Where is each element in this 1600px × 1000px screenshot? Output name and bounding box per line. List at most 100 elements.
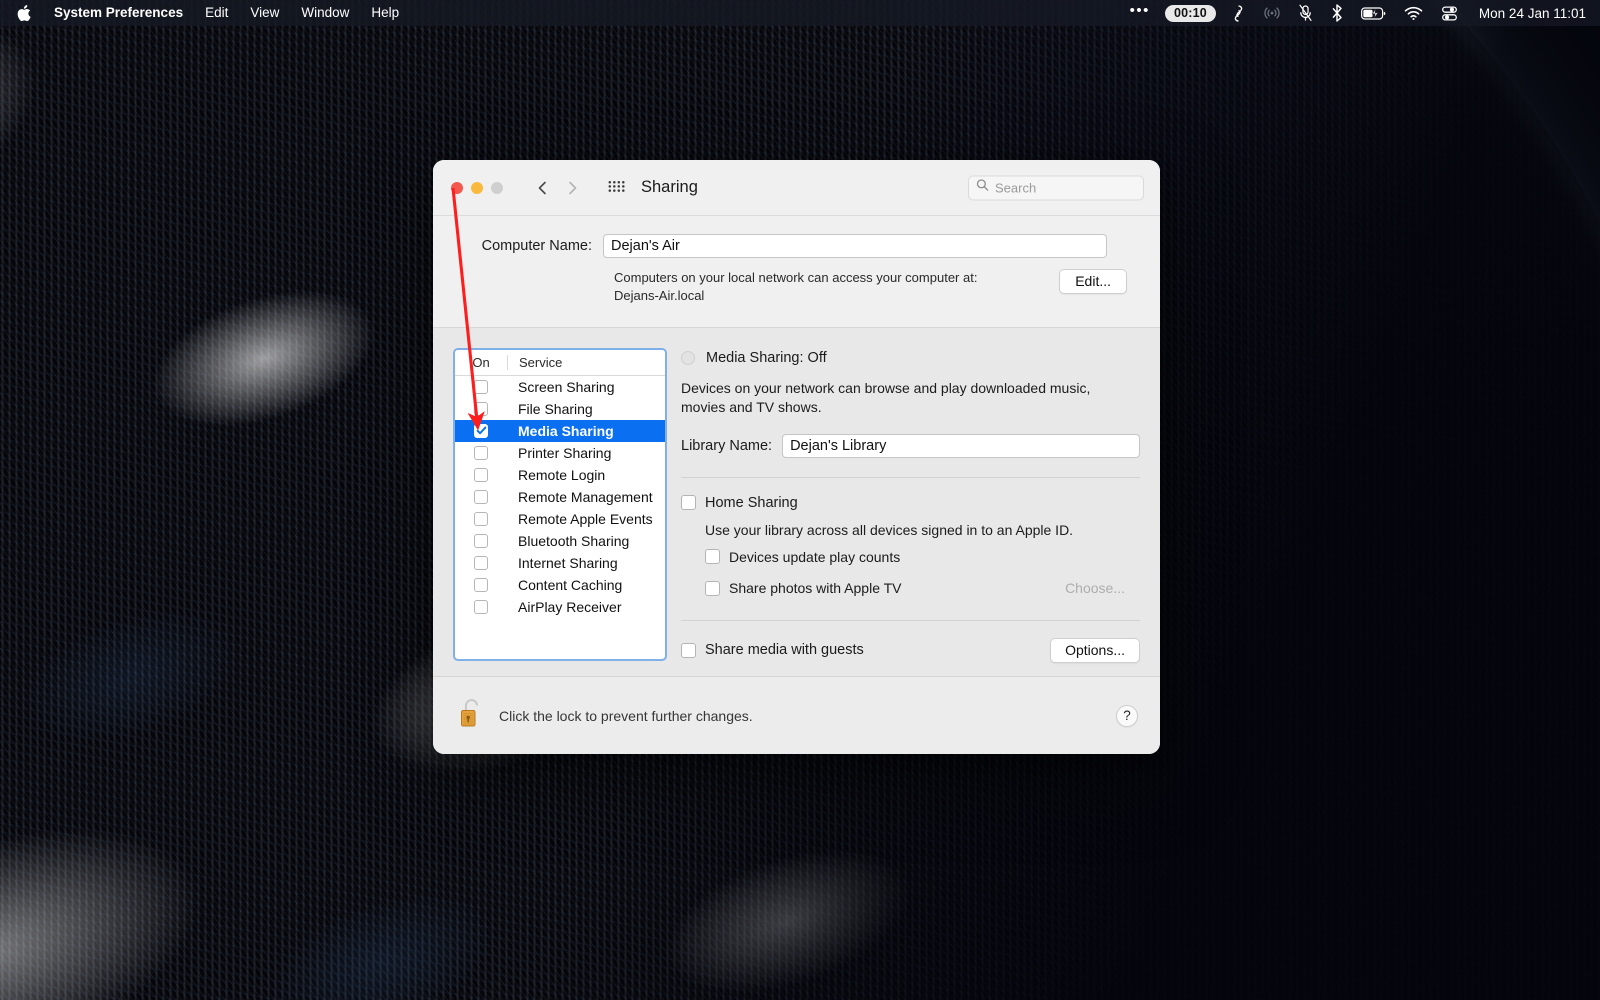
column-header-on: On (472, 354, 490, 370)
search-input[interactable]: Search (968, 175, 1144, 200)
service-row-remote-apple-events[interactable]: Remote Apple Events (455, 508, 665, 530)
page-title: Sharing (641, 178, 698, 196)
computer-name-field[interactable]: Dejan's Air (603, 234, 1107, 258)
service-checkbox-cell (455, 511, 507, 526)
service-checkbox-cell (455, 401, 507, 416)
service-checkbox-cell (455, 445, 507, 460)
share-media-with-guests-row[interactable]: Share media with guests Options... (681, 637, 1140, 663)
service-name: File Sharing (518, 400, 593, 417)
service-row-content-caching[interactable]: Content Caching (455, 574, 665, 596)
service-row-airplay-receiver[interactable]: AirPlay Receiver (455, 596, 665, 618)
service-row-remote-login[interactable]: Remote Login (455, 464, 665, 486)
battery-charging-icon[interactable] (1352, 0, 1395, 26)
service-name: Remote Login (518, 466, 606, 483)
service-name: Remote Management (518, 488, 653, 505)
service-checkbox-cell (455, 489, 507, 504)
divider-1 (681, 476, 1140, 478)
service-checkbox[interactable] (474, 555, 488, 570)
service-checkbox[interactable] (474, 445, 488, 460)
service-row-bluetooth-sharing[interactable]: Bluetooth Sharing (455, 530, 665, 552)
zoom-button[interactable] (491, 181, 503, 194)
home-sharing-row[interactable]: Home Sharing (681, 495, 1140, 511)
wifi-icon[interactable] (1395, 0, 1432, 26)
library-name-field[interactable]: Dejan's Library (782, 433, 1140, 458)
service-row-internet-sharing[interactable]: Internet Sharing (455, 552, 665, 574)
computer-name-label: Computer Name: (481, 238, 592, 254)
service-name: AirPlay Receiver (518, 598, 622, 615)
menu-bar: System Preferences Edit View Window Help… (0, 0, 1600, 26)
timer-pill[interactable]: 00:10 (1164, 4, 1216, 22)
window-titlebar: Sharing Search (433, 160, 1160, 216)
lock-hint-text: Click the lock to prevent further change… (499, 707, 753, 724)
service-name: Internet Sharing (518, 554, 618, 571)
chevron-right-icon[interactable] (564, 180, 580, 196)
media-sharing-description: Devices on your network can browse and p… (681, 379, 1091, 416)
service-checkbox[interactable] (474, 379, 488, 394)
service-checkbox[interactable] (474, 577, 488, 592)
menu-item-system-preferences[interactable]: System Preferences (43, 0, 194, 26)
airplay-audio-icon[interactable] (1255, 0, 1289, 26)
service-checkbox-cell (455, 533, 507, 548)
service-row-file-sharing[interactable]: File Sharing (455, 398, 665, 420)
service-checkbox-cell (455, 555, 507, 570)
network-access-hint-line1: Computers on your local network can acce… (614, 270, 978, 285)
devices-update-play-counts-row[interactable]: Devices update play counts (681, 549, 1140, 565)
show-all-grid-icon[interactable] (608, 180, 625, 195)
service-name: Remote Apple Events (518, 510, 653, 527)
shazam-icon[interactable] (1222, 0, 1255, 26)
devices-update-play-counts-label: Devices update play counts (729, 548, 901, 565)
home-sharing-checkbox[interactable] (681, 495, 696, 510)
computer-name-row: Computer Name: Dejan's Air (433, 234, 1160, 258)
share-photos-apple-tv-row[interactable]: Share photos with Apple TV Choose... (681, 576, 1140, 601)
share-photos-apple-tv-checkbox[interactable] (705, 580, 720, 596)
service-row-screen-sharing[interactable]: Screen Sharing (455, 376, 665, 398)
search-placeholder: Search (995, 180, 1037, 195)
bluetooth-icon[interactable] (1322, 0, 1352, 26)
edit-button[interactable]: Edit... (1059, 269, 1127, 294)
services-list[interactable]: On Service Screen Sharing File Sharing Med… (453, 347, 667, 661)
library-name-label: Library Name: (681, 437, 773, 454)
unlocked-padlock-icon[interactable] (459, 696, 485, 735)
service-checkbox-cell (455, 423, 507, 438)
service-checkbox[interactable] (474, 401, 488, 416)
options-button[interactable]: Options... (1050, 637, 1140, 663)
column-header-service: Service (507, 354, 665, 370)
share-photos-apple-tv-label: Share photos with Apple TV (729, 580, 902, 596)
devices-update-play-counts-checkbox[interactable] (705, 549, 720, 564)
service-row-printer-sharing[interactable]: Printer Sharing (455, 442, 665, 464)
service-row-remote-management[interactable]: Remote Management (455, 486, 665, 508)
services-list-body: Screen Sharing File Sharing Media Sharing P… (455, 376, 665, 618)
menu-bar-clock[interactable]: Mon 24 Jan 11:01 (1467, 6, 1586, 21)
minimize-button[interactable] (471, 181, 483, 194)
close-button[interactable] (451, 181, 463, 194)
service-checkbox[interactable] (474, 423, 488, 438)
service-checkbox[interactable] (474, 489, 488, 504)
network-access-hint: Computers on your local network can acce… (614, 269, 977, 305)
control-center-icon[interactable] (1432, 0, 1467, 26)
microphone-muted-icon[interactable] (1289, 0, 1322, 26)
navigation-buttons (535, 180, 580, 196)
service-checkbox-cell (455, 467, 507, 482)
menu-item-help[interactable]: Help (360, 0, 410, 26)
menu-item-window[interactable]: Window (290, 0, 360, 26)
chevron-left-icon[interactable] (535, 180, 551, 196)
apple-logo-icon[interactable] (0, 4, 43, 22)
service-row-media-sharing[interactable]: Media Sharing (455, 419, 665, 442)
share-media-with-guests-label: Share media with guests (705, 642, 864, 658)
media-sharing-status-row: Media Sharing: Off (681, 350, 1140, 366)
search-icon (976, 179, 989, 197)
menu-item-view[interactable]: View (239, 0, 290, 26)
service-checkbox[interactable] (474, 467, 488, 482)
service-checkbox[interactable] (474, 599, 488, 614)
service-checkbox[interactable] (474, 533, 488, 548)
menu-item-edit[interactable]: Edit (194, 0, 239, 26)
computer-name-panel: Computer Name: Dejan's Air Computers on … (433, 216, 1160, 328)
service-name: Content Caching (518, 576, 623, 593)
share-media-with-guests-checkbox[interactable] (681, 642, 696, 658)
service-checkbox[interactable] (474, 511, 488, 526)
divider-2 (681, 619, 1140, 621)
help-button[interactable]: ? (1116, 704, 1138, 727)
library-name-row: Library Name: Dejan's Library (681, 433, 1140, 458)
main-content: On Service Screen Sharing File Sharing Med… (433, 327, 1160, 676)
ellipsis-icon[interactable]: ••• (1121, 0, 1159, 26)
